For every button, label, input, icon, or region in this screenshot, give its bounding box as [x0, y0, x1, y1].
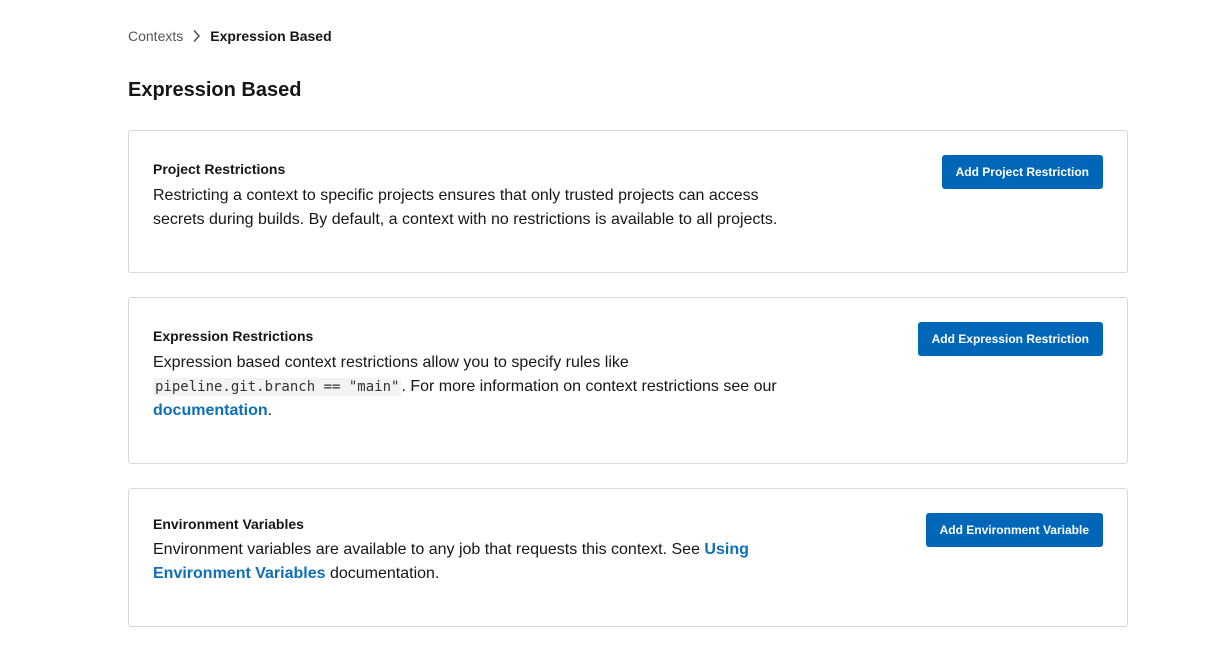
- project-restrictions-card: Project Restrictions Restricting a conte…: [128, 130, 1128, 273]
- breadcrumb: Contexts Expression Based: [128, 27, 332, 45]
- environment-variables-card: Environment Variables Environment variab…: [128, 488, 1128, 627]
- add-environment-variable-button[interactable]: Add Environment Variable: [925, 513, 1103, 547]
- expression-restrictions-title: Expression Restrictions: [153, 328, 314, 344]
- breadcrumb-current: Expression Based: [210, 28, 332, 44]
- add-expression-restriction-button[interactable]: Add Expression Restriction: [917, 322, 1103, 356]
- expression-code-example: pipeline.git.branch == "main": [153, 378, 402, 396]
- breadcrumb-contexts-link[interactable]: Contexts: [128, 28, 183, 44]
- page: Contexts Expression Based Expression Bas…: [0, 0, 1226, 671]
- environment-variables-description: Environment variables are available to a…: [153, 538, 773, 586]
- expression-description-suffix: .: [267, 402, 273, 419]
- environment-variables-title: Environment Variables: [153, 516, 304, 532]
- chevron-right-icon: [193, 30, 201, 42]
- expression-description-prefix: Expression based context restrictions al…: [153, 354, 629, 371]
- expression-description-middle: . For more information on context restri…: [401, 378, 777, 395]
- env-description-prefix: Environment variables are available to a…: [153, 541, 705, 558]
- env-description-suffix: documentation.: [325, 565, 440, 582]
- project-restrictions-description: Restricting a context to specific projec…: [153, 187, 778, 228]
- page-title: Expression Based: [128, 79, 302, 101]
- documentation-link[interactable]: documentation: [153, 402, 268, 419]
- expression-restrictions-description: Expression based context restrictions al…: [153, 351, 793, 423]
- expression-restrictions-card: Expression Restrictions Expression based…: [128, 297, 1128, 464]
- add-project-restriction-button[interactable]: Add Project Restriction: [941, 155, 1103, 189]
- project-restrictions-title: Project Restrictions: [153, 161, 286, 177]
